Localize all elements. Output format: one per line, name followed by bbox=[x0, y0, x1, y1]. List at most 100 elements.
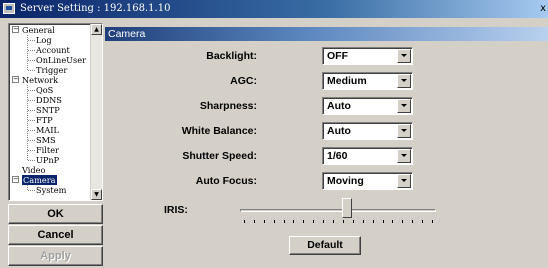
slider-tick bbox=[402, 220, 403, 223]
tree-item-label: OnLineUser bbox=[36, 55, 87, 65]
tree-item[interactable]: OnLineUser bbox=[9, 55, 89, 65]
iris-slider-track[interactable] bbox=[240, 209, 436, 212]
panel-header: Camera bbox=[105, 27, 548, 41]
tree-collapse-icon[interactable]: − bbox=[12, 26, 19, 33]
tree-item[interactable]: SNTP bbox=[9, 105, 89, 115]
slider-tick bbox=[353, 220, 354, 223]
slider-tick bbox=[303, 220, 304, 223]
tree-item-label: Camera bbox=[22, 175, 57, 185]
tree-item[interactable]: Filter bbox=[9, 145, 89, 155]
slider-tick bbox=[333, 220, 334, 223]
slider-tick bbox=[313, 220, 314, 223]
field-label: Auto Focus: bbox=[195, 175, 257, 187]
slider-tick bbox=[254, 220, 255, 223]
dropdown-arrow-icon[interactable] bbox=[397, 149, 411, 163]
dropdown-arrow-icon[interactable] bbox=[397, 99, 411, 113]
tree-item[interactable]: System bbox=[9, 185, 89, 195]
iris-slider[interactable] bbox=[240, 198, 438, 226]
slider-tick bbox=[392, 220, 393, 223]
field-dropdown[interactable]: 1/60 bbox=[322, 147, 413, 165]
tree-item-label: General bbox=[22, 25, 55, 35]
tree-item-label: Account bbox=[36, 45, 70, 55]
panel-title: Camera bbox=[108, 28, 146, 40]
tree-item[interactable]: UPnP bbox=[9, 155, 89, 165]
slider-tick bbox=[412, 220, 413, 223]
tree-item-label: DDNS bbox=[36, 95, 62, 105]
window-title-bar[interactable]: Server Setting : 192.168.1.10 x bbox=[0, 0, 548, 18]
tree-item[interactable]: − Network bbox=[9, 75, 89, 85]
slider-tick bbox=[264, 220, 265, 223]
dropdown-value: 1/60 bbox=[327, 150, 348, 162]
dropdown-arrow-icon[interactable] bbox=[397, 74, 411, 88]
slider-tick bbox=[373, 220, 374, 223]
tree-collapse-icon[interactable]: − bbox=[12, 176, 19, 183]
slider-tick bbox=[293, 220, 294, 223]
iris-label: IRIS: bbox=[164, 204, 188, 216]
tree-item-label: SMS bbox=[36, 135, 56, 145]
tree-item[interactable]: − Camera bbox=[9, 175, 89, 185]
tree-connector-line bbox=[27, 35, 28, 70]
tree-item-label: MAIL bbox=[36, 125, 59, 135]
tree-item[interactable]: − General bbox=[9, 25, 89, 35]
iris-slider-thumb[interactable] bbox=[342, 198, 352, 218]
tree-item[interactable]: Trigger bbox=[9, 65, 89, 75]
tree-connector-line bbox=[27, 85, 28, 160]
slider-tick bbox=[422, 220, 423, 223]
dropdown-value: OFF bbox=[327, 50, 348, 62]
ok-button[interactable]: OK bbox=[8, 204, 103, 224]
settings-tree[interactable]: − General Log Account OnLineUser Trigger − Netw… bbox=[8, 23, 103, 201]
tree-item-label: Log bbox=[36, 35, 52, 45]
field-label: Shutter Speed: bbox=[182, 150, 257, 162]
field-label: AGC: bbox=[230, 75, 257, 87]
tree-item[interactable]: Account bbox=[9, 45, 89, 55]
field-label: Backlight: bbox=[206, 50, 257, 62]
tree-item-label: Network bbox=[22, 75, 59, 85]
field-label: White Balance: bbox=[181, 125, 257, 137]
iris-slider-ticks bbox=[240, 220, 436, 224]
dropdown-arrow-icon[interactable] bbox=[397, 49, 411, 63]
tree-collapse-icon[interactable]: − bbox=[12, 76, 19, 83]
slider-tick bbox=[284, 220, 285, 223]
tree-item-label: System bbox=[36, 185, 67, 195]
slider-tick bbox=[323, 220, 324, 223]
slider-tick bbox=[432, 220, 433, 223]
field-dropdown[interactable]: OFF bbox=[322, 47, 413, 65]
field-dropdown[interactable]: Auto bbox=[322, 97, 413, 115]
default-button[interactable]: Default bbox=[289, 236, 361, 255]
tree-item-label: Filter bbox=[36, 145, 59, 155]
slider-tick bbox=[363, 220, 364, 223]
tree-item-label: Trigger bbox=[36, 65, 68, 75]
tree-item[interactable]: MAIL bbox=[9, 125, 89, 135]
tree-item[interactable]: FTP bbox=[9, 115, 89, 125]
tree-item-label: SNTP bbox=[36, 105, 60, 115]
scroll-down-arrow-icon[interactable]: ▼ bbox=[91, 189, 102, 200]
app-icon bbox=[3, 3, 15, 14]
tree-list: − General Log Account OnLineUser Trigger − Netw… bbox=[9, 25, 89, 195]
tree-item[interactable]: DDNS bbox=[9, 95, 89, 105]
window-title: Server Setting : 192.168.1.10 bbox=[20, 3, 171, 14]
slider-tick bbox=[383, 220, 384, 223]
field-dropdown[interactable]: Medium bbox=[322, 72, 413, 90]
dropdown-arrow-icon[interactable] bbox=[397, 124, 411, 138]
dropdown-value: Moving bbox=[327, 175, 364, 187]
dropdown-arrow-icon[interactable] bbox=[397, 174, 411, 188]
tree-item[interactable]: QoS bbox=[9, 85, 89, 95]
dropdown-value: Auto bbox=[327, 125, 351, 137]
field-label: Sharpness: bbox=[199, 100, 257, 112]
slider-tick bbox=[343, 220, 344, 223]
field-dropdown[interactable]: Moving bbox=[322, 172, 413, 190]
tree-item-label: Video bbox=[22, 165, 46, 175]
cancel-button[interactable]: Cancel bbox=[8, 225, 103, 245]
scroll-up-arrow-icon[interactable]: ▲ bbox=[91, 24, 102, 35]
tree-item[interactable]: SMS bbox=[9, 135, 89, 145]
tree-item[interactable]: Video bbox=[9, 165, 89, 175]
field-dropdown[interactable]: Auto bbox=[322, 122, 413, 140]
tree-item-label: FTP bbox=[36, 115, 53, 125]
apply-button[interactable]: Apply bbox=[8, 246, 103, 266]
slider-tick bbox=[274, 220, 275, 223]
tree-item[interactable]: Log bbox=[9, 35, 89, 45]
dropdown-value: Medium bbox=[327, 75, 367, 87]
slider-tick bbox=[244, 220, 245, 223]
tree-item-label: QoS bbox=[36, 85, 54, 95]
close-icon[interactable]: x bbox=[540, 2, 546, 16]
